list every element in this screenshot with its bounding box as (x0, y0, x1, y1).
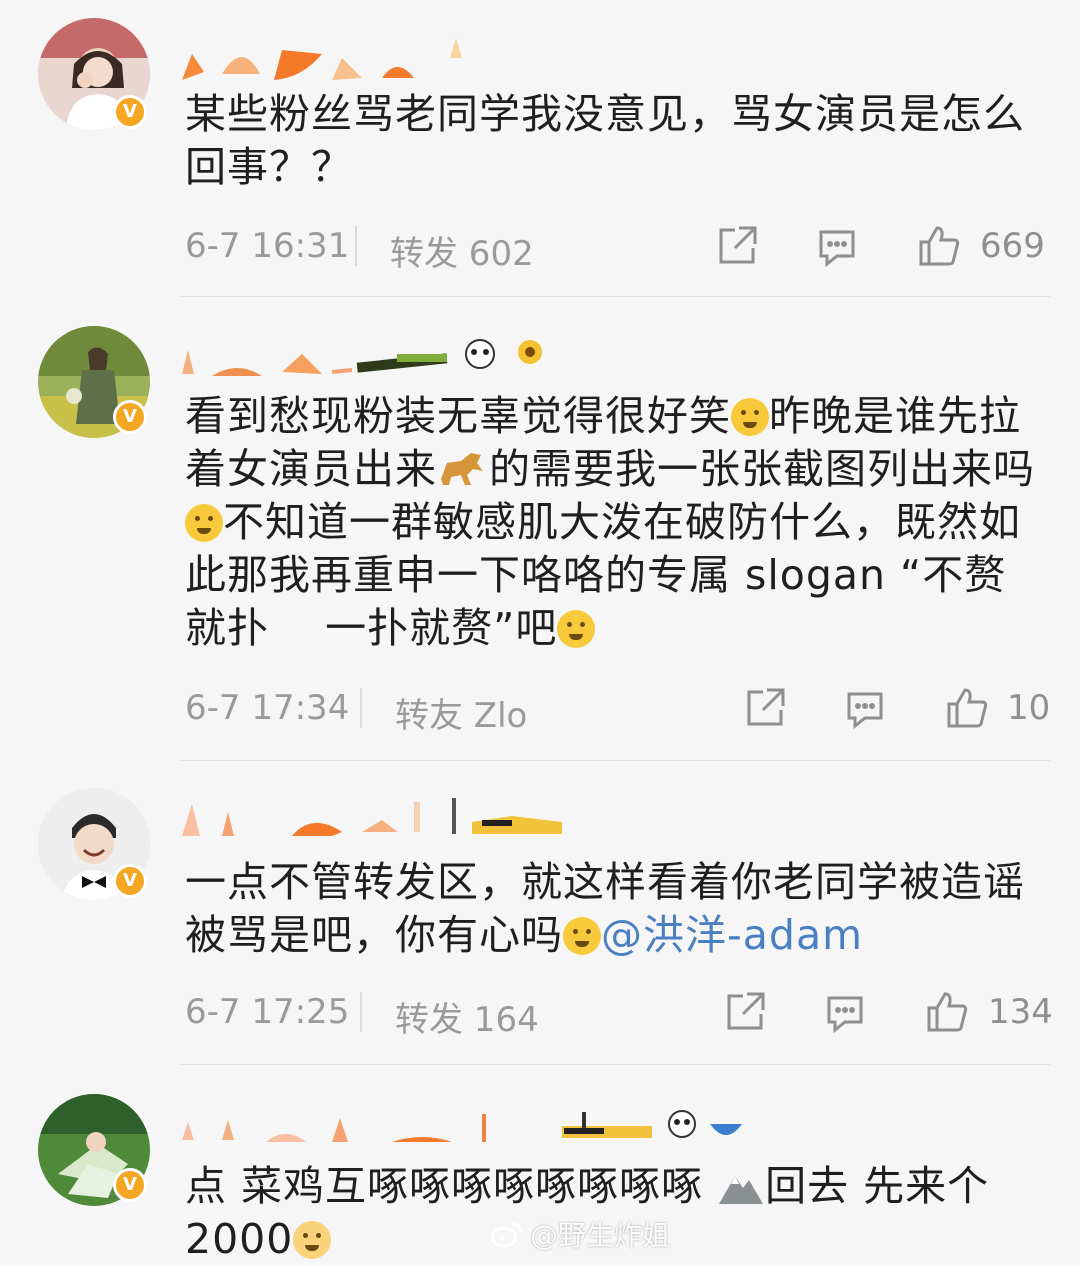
comment-icon[interactable] (843, 686, 887, 730)
like-count: 134 (988, 992, 1053, 1032)
verified-badge-icon: V (113, 1168, 147, 1202)
repost-button[interactable]: 转发 164 (395, 992, 539, 1041)
repost-button[interactable]: 转友 Zlo (395, 688, 527, 737)
thinking-emoji-icon (185, 504, 223, 542)
comment-text: 一点不管转发区，就这样看着你老同学被造谣被骂是吧，你有心吗 @洪洋-adam (185, 858, 1025, 959)
divider (355, 226, 357, 266)
username-redacted[interactable] (182, 330, 682, 380)
verified-badge-icon: V (113, 95, 147, 129)
separator (180, 296, 1050, 297)
thumbs-up-icon[interactable] (917, 224, 961, 268)
comment-meta: 6-7 16:31 转发 602 669 (185, 222, 1050, 275)
waving-emoji-icon (293, 1221, 332, 1259)
watermark: @野生炸姐 (490, 1214, 670, 1254)
separator (180, 760, 1050, 761)
username-redacted[interactable] (182, 1098, 742, 1148)
comment-text: 看到愁现粉装无辜觉得很好笑 昨晚是谁先拉着女演员出来 的需要我一张张截图列出来吗不知… (185, 392, 1035, 652)
thumbs-up-icon[interactable] (945, 686, 989, 730)
share-icon[interactable] (723, 990, 767, 1034)
like-count: 669 (980, 226, 1045, 266)
comment-meta: 6-7 17:25 转发 164 134 (185, 988, 1053, 1041)
crying-emoji-icon (557, 610, 596, 648)
divider (360, 992, 362, 1032)
comment-text: 某些粉丝骂老同学我没意见，骂女演员是怎么回事？？ (185, 90, 1025, 191)
thumbs-up-icon[interactable] (925, 990, 969, 1034)
weibo-logo-icon (490, 1222, 523, 1248)
like-count: 10 (1007, 688, 1051, 728)
repost-button[interactable]: 转发 602 (390, 226, 534, 275)
verified-badge-icon: V (113, 400, 147, 434)
share-icon[interactable] (743, 686, 787, 730)
comment-meta: 6-7 17:34 转友 Zlo 10 (185, 684, 1051, 737)
timestamp: 6-7 17:34 (185, 688, 350, 728)
verified-badge-icon: V (113, 864, 147, 898)
username-redacted[interactable] (182, 34, 682, 84)
mountain-emoji-icon (719, 1176, 764, 1204)
laughing-emoji-icon (731, 398, 769, 436)
divider (360, 688, 362, 728)
horse-emoji-icon (441, 453, 483, 485)
separator (180, 1064, 1050, 1065)
watermark-text: @野生炸姐 (530, 1219, 671, 1252)
share-icon[interactable] (715, 224, 759, 268)
username-redacted[interactable] (182, 792, 682, 842)
timestamp: 6-7 17:25 (185, 992, 350, 1032)
comment-icon[interactable] (823, 990, 867, 1034)
comment-icon[interactable] (815, 224, 859, 268)
thinking-emoji-icon (563, 917, 601, 955)
user-mention-link[interactable]: @洪洋-adam (601, 911, 863, 959)
timestamp: 6-7 16:31 (185, 226, 350, 266)
